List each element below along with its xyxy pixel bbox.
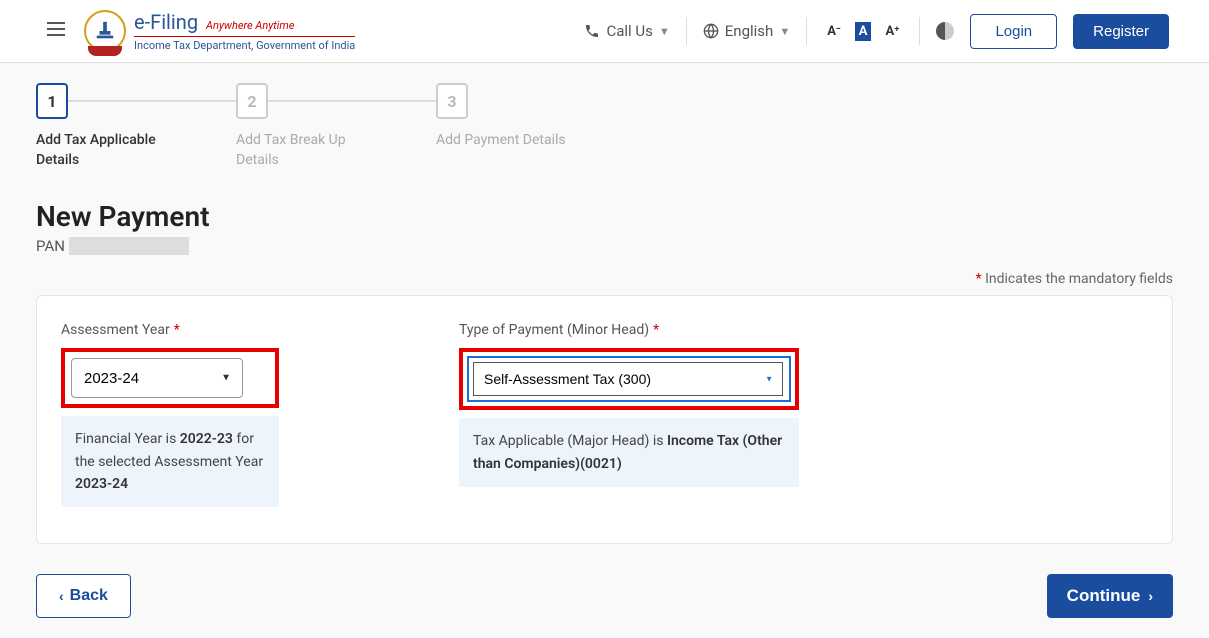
register-button[interactable]: Register [1073, 14, 1169, 49]
ay-hint-ay: 2023-24 [75, 476, 128, 492]
top-header: e-Filing Anywhere Anytime Income Tax Dep… [0, 0, 1209, 63]
contrast-toggle-icon[interactable] [936, 22, 954, 40]
assessment-year-label: Assessment Year* [61, 322, 279, 338]
continue-button[interactable]: Continue › [1047, 574, 1173, 618]
continue-label: Continue [1067, 586, 1141, 606]
pan-label: PAN [36, 237, 65, 255]
brand-dept: Income Tax Department, Government of Ind… [134, 36, 355, 52]
brand-title: e-Filing [134, 10, 198, 34]
phone-icon [584, 23, 600, 39]
page-title: New Payment [36, 200, 1173, 233]
login-button[interactable]: Login [970, 14, 1057, 49]
font-normal-button[interactable]: A [855, 22, 872, 41]
pay-hint-prefix: Tax Applicable (Major Head) is [473, 433, 667, 449]
brand-text: e-Filing Anywhere Anytime Income Tax Dep… [134, 10, 355, 52]
step-2: 2 Add Tax Break Up Details [236, 83, 436, 170]
font-increase-button[interactable]: A⁺ [881, 22, 903, 41]
ay-highlight: 2023-24 ▼ [61, 348, 279, 408]
pan-row: PAN [36, 237, 1173, 255]
step-connector [268, 100, 436, 102]
form-card: Assessment Year* 2023-24 ▼ Financial Yea… [36, 295, 1173, 544]
step-1: 1 Add Tax Applicable Details [36, 83, 236, 170]
globe-icon [703, 23, 719, 39]
pay-hint: Tax Applicable (Major Head) is Income Ta… [459, 418, 799, 487]
chevron-left-icon: ‹ [59, 588, 64, 604]
font-size-controls: A⁻ A A⁺ [823, 22, 903, 41]
ay-hint-prefix: Financial Year is [75, 431, 180, 447]
step-connector [68, 100, 236, 102]
divider [686, 17, 687, 45]
assessment-year-group: Assessment Year* 2023-24 ▼ Financial Yea… [61, 322, 279, 507]
back-button[interactable]: ‹ Back [36, 574, 131, 618]
payment-type-label: Type of Payment (Minor Head)* [459, 322, 799, 338]
footer-row: ‹ Back Continue › [36, 574, 1173, 618]
language-button[interactable]: English ▼ [703, 22, 790, 40]
divider [919, 17, 920, 45]
chevron-right-icon: › [1148, 588, 1153, 604]
pan-value-masked [69, 237, 189, 255]
chevron-down-icon: ▼ [779, 25, 790, 38]
pay-focus-ring: Self-Assessment Tax (300) ▼ [467, 356, 791, 402]
assessment-year-select[interactable]: 2023-24 [71, 358, 243, 398]
ay-hint-fy: 2022-23 [180, 431, 233, 447]
step-1-label: Add Tax Applicable Details [36, 131, 166, 170]
mandatory-note-text: Indicates the mandatory fields [985, 271, 1173, 287]
header-left: e-Filing Anywhere Anytime Income Tax Dep… [40, 10, 355, 52]
call-us-label: Call Us [606, 22, 652, 40]
ay-label-text: Assessment Year [61, 322, 170, 338]
pay-label-text: Type of Payment (Minor Head) [459, 322, 649, 338]
menu-icon[interactable] [40, 13, 72, 49]
header-right: Call Us ▼ English ▼ A⁻ A A⁺ Login Regist… [584, 14, 1169, 49]
star-icon: * [174, 322, 180, 338]
main-content: 1 Add Tax Applicable Details 2 Add Tax B… [0, 63, 1209, 638]
star-icon: * [653, 322, 659, 338]
step-2-number: 2 [236, 83, 268, 119]
brand-tagline: Anywhere Anytime [206, 19, 294, 32]
payment-type-group: Type of Payment (Minor Head)* Self-Asses… [459, 322, 799, 507]
step-3-number: 3 [436, 83, 468, 119]
step-3-label: Add Payment Details [436, 131, 566, 151]
mandatory-note: * Indicates the mandatory fields [36, 271, 1173, 287]
brand-logo[interactable]: e-Filing Anywhere Anytime Income Tax Dep… [84, 10, 355, 52]
ay-hint: Financial Year is 2022-23 for the select… [61, 416, 279, 507]
payment-type-select[interactable]: Self-Assessment Tax (300) [473, 362, 783, 396]
emblem-icon [84, 10, 126, 52]
step-1-number: 1 [36, 83, 68, 119]
step-2-label: Add Tax Break Up Details [236, 131, 366, 170]
language-label: English [725, 22, 774, 40]
back-label: Back [70, 587, 108, 605]
call-us-button[interactable]: Call Us ▼ [584, 22, 669, 40]
divider [806, 17, 807, 45]
star-icon: * [976, 271, 982, 287]
step-3: 3 Add Payment Details [436, 83, 636, 151]
chevron-down-icon: ▼ [659, 25, 670, 38]
pay-highlight: Self-Assessment Tax (300) ▼ [459, 348, 799, 410]
stepper: 1 Add Tax Applicable Details 2 Add Tax B… [36, 83, 1173, 170]
font-decrease-button[interactable]: A⁻ [823, 22, 845, 41]
